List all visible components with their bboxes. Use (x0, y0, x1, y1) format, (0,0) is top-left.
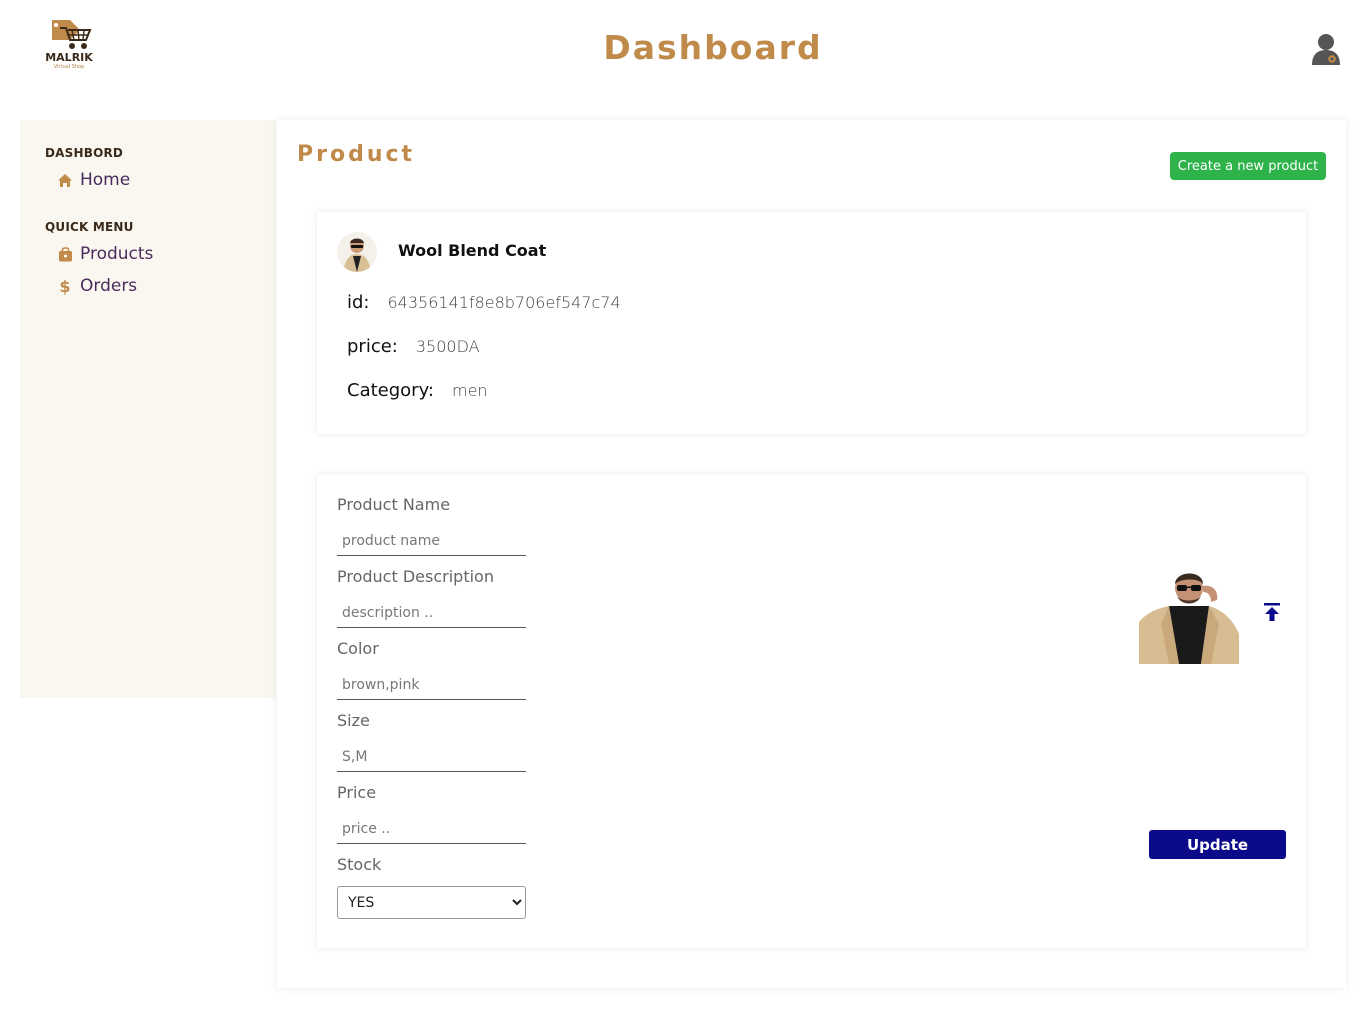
main-panel: Product Create a new product Wool Blend … (277, 120, 1346, 988)
sidebar-item-label: Orders (80, 276, 138, 296)
product-name: Wool Blend Coat (398, 241, 547, 260)
id-label: id: (347, 292, 370, 313)
price-field-label: Price (337, 783, 377, 802)
sidebar-item-orders[interactable]: $ Orders (56, 276, 137, 296)
shopping-bag-icon (56, 245, 74, 263)
product-name-input[interactable] (337, 526, 526, 556)
price-value: 3500DA (415, 337, 480, 356)
color-label: Color (337, 639, 379, 658)
sidebar-section-dashboard: DASHBORD (45, 146, 124, 160)
product-name-label: Product Name (337, 495, 451, 514)
sidebar-section-quick-menu: QUICK MENU (45, 220, 134, 234)
category-label: Category: (347, 380, 434, 401)
stock-select[interactable]: YES (337, 886, 526, 919)
price-label: price: (347, 336, 398, 357)
product-description-input[interactable] (337, 598, 526, 628)
color-input[interactable] (337, 670, 526, 700)
product-id-row: id: 64356141f8e8b706ef547c74 (347, 292, 621, 313)
upload-icon[interactable] (1263, 602, 1281, 622)
sidebar: DASHBORD Home QUICK MENU Products $ Orde… (20, 120, 276, 698)
sidebar-item-label: Home (80, 170, 131, 190)
product-price-row: price: 3500DA (347, 336, 480, 357)
size-input[interactable] (337, 742, 526, 772)
section-title: Product (297, 142, 416, 167)
page-title: Dashboard (603, 28, 823, 67)
sidebar-item-products[interactable]: Products (56, 244, 153, 264)
id-value: 64356141f8e8b706ef547c74 (387, 293, 621, 312)
product-description-label: Product Description (337, 567, 494, 586)
stock-label: Stock (337, 855, 382, 874)
product-info-card: Wool Blend Coat id: 64356141f8e8b706ef54… (317, 212, 1306, 434)
product-edit-form: Product Name Product Description Color S… (317, 474, 1306, 948)
sidebar-item-home[interactable]: Home (56, 170, 130, 190)
product-avatar (337, 232, 377, 272)
user-icon[interactable] (1310, 32, 1342, 68)
product-category-row: Category: men (347, 380, 488, 401)
home-icon (56, 171, 74, 189)
category-value: men (451, 381, 488, 400)
price-input[interactable] (337, 814, 526, 844)
create-product-button[interactable]: Create a new product (1170, 152, 1326, 180)
size-label: Size (337, 711, 370, 730)
product-image-preview (1139, 564, 1239, 664)
sidebar-item-label: Products (80, 244, 154, 264)
update-button[interactable]: Update (1149, 830, 1286, 859)
dollar-icon: $ (59, 276, 71, 296)
